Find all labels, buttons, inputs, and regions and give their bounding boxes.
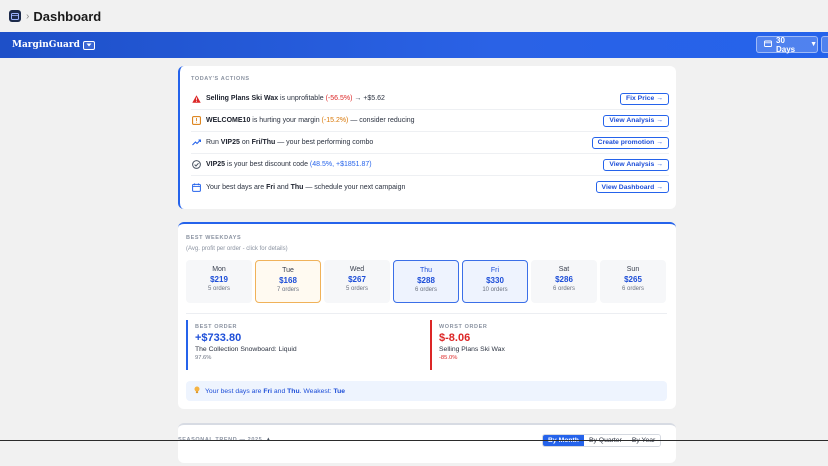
header-extra-button[interactable] [821, 36, 828, 53]
weekday-orders: 5 orders [207, 286, 230, 292]
best-weekdays-subtitle: (Avg. profit per order - click for detai… [186, 246, 288, 252]
weekday-value: $267 [348, 275, 366, 284]
weekday-card-mon[interactable]: Mon $219 5 orders [186, 260, 252, 303]
weekday-orders: 5 orders [345, 286, 368, 292]
weekday-card-fri[interactable]: Fri $330 10 orders [462, 260, 528, 303]
action-text: Run VIP25 on Fri/Thu — your best perform… [206, 139, 374, 146]
action-row: Run VIP25 on Fri/Thu — your best perform… [191, 132, 669, 154]
weekday-value: $168 [279, 276, 297, 285]
weekday-name: Thu [419, 267, 433, 274]
action-text: VIP25 is your best discount code (48.5%,… [206, 161, 372, 168]
admin-topbar: › Dashboard [0, 0, 828, 32]
create-promotion-button[interactable]: Create promotion → [591, 136, 669, 149]
action-text: WELCOME10 is hurting your margin (-15.2%… [206, 117, 415, 124]
weekday-value: $330 [486, 276, 504, 285]
action-text: Your best days are Fri and Thu — schedul… [206, 183, 406, 191]
brand-name: MarginGuard [12, 40, 80, 50]
best-order-value: +$733.80 [195, 332, 242, 344]
weekday-orders: 10 orders [482, 287, 508, 293]
worst-order-margin: -85.0% [439, 355, 458, 361]
todays-actions-card: TODAY'S ACTIONS Selling Plans Ski Wax is… [178, 66, 676, 209]
weekday-card-sun[interactable]: Sun $265 6 orders [600, 260, 666, 303]
best-weekdays-heading: BEST WEEKDAYS [186, 235, 242, 241]
lightbulb-icon [194, 386, 200, 396]
view-analysis-button[interactable]: View Analysis → [603, 158, 669, 171]
weekday-card-wed[interactable]: Wed $267 5 orders [324, 260, 390, 303]
weekday-name: Wed [349, 266, 365, 273]
weekday-name: Sun [626, 266, 640, 273]
todays-actions-heading: TODAY'S ACTIONS [191, 76, 250, 82]
worst-order-label: WORST ORDER [439, 324, 488, 330]
view-dashboard-button[interactable]: View Dashboard → [595, 181, 669, 193]
weekday-orders: 6 orders [621, 286, 644, 292]
worst-order-panel: WORST ORDER $-8.06 Selling Plans Ski Wax… [430, 320, 650, 370]
weekday-card-tue[interactable]: Tue $168 7 orders [255, 260, 321, 303]
action-row: WELCOME10 is hurting your margin (-15.2%… [191, 110, 669, 132]
weekday-name: Tue [282, 267, 294, 274]
weekday-orders: 6 orders [414, 287, 437, 293]
weekday-card-thu[interactable]: Thu $288 6 orders [393, 260, 459, 303]
calendar-icon [191, 182, 201, 192]
trend-up-icon [191, 138, 201, 148]
app-header: MarginGuard 30 Days ▼ [0, 32, 828, 58]
weekday-orders: 6 orders [552, 286, 575, 292]
best-order-panel: BEST ORDER +$733.80 The Collection Snowb… [186, 320, 406, 370]
chevron-down-icon[interactable] [82, 40, 95, 50]
check-circle-icon [191, 160, 201, 170]
weekday-name: Mon [212, 266, 226, 273]
action-row: VIP25 is your best discount code (48.5%,… [191, 154, 669, 176]
weekday-tip-banner: Your best days are Fri and Thu. Weakest:… [186, 381, 667, 401]
best-order-product: The Collection Snowboard: Liquid [195, 346, 297, 353]
period-label: 30 Days [776, 35, 796, 54]
action-text: Selling Plans Ski Wax is unprofitable (-… [206, 95, 385, 102]
caret-down-icon: ▼ [810, 41, 817, 48]
weekday-card-sat[interactable]: Sat $286 6 orders [531, 260, 597, 303]
app-icon[interactable] [9, 10, 21, 22]
weekday-value: $286 [555, 275, 573, 284]
best-weekdays-card: BEST WEEKDAYS (Avg. profit per order - c… [178, 222, 676, 409]
tag-icon [191, 116, 201, 126]
seasonal-trend-card: SEASONAL TREND — 2025▲ By Month By Quart… [178, 423, 676, 463]
best-order-margin: 97.6% [195, 355, 212, 361]
fix-price-button[interactable]: Fix Price → [619, 92, 669, 105]
page-title: Dashboard [33, 8, 102, 24]
worst-order-product: Selling Plans Ski Wax [439, 346, 505, 353]
weekday-value: $288 [417, 276, 435, 285]
worst-order-value: $-8.06 [439, 332, 471, 344]
weekday-name: Sat [558, 266, 570, 273]
weekday-name: Fri [490, 267, 500, 274]
action-row: Selling Plans Ski Wax is unprofitable (-… [191, 88, 669, 110]
weekday-orders: 7 orders [276, 287, 299, 293]
divider [186, 313, 667, 314]
weekday-value: $219 [210, 275, 228, 284]
tip-text: Your best days are Fri and Thu. Weakest:… [205, 387, 346, 395]
action-row: Your best days are Fri and Thu — schedul… [191, 176, 669, 198]
alert-triangle-icon [191, 94, 201, 104]
divider [0, 440, 828, 441]
best-order-label: BEST ORDER [195, 324, 238, 330]
weekday-value: $265 [624, 275, 642, 284]
breadcrumb-separator: › [26, 10, 30, 22]
calendar-icon [764, 40, 772, 49]
view-analysis-button[interactable]: View Analysis → [603, 114, 669, 127]
period-select-button[interactable]: 30 Days ▼ [756, 35, 818, 54]
